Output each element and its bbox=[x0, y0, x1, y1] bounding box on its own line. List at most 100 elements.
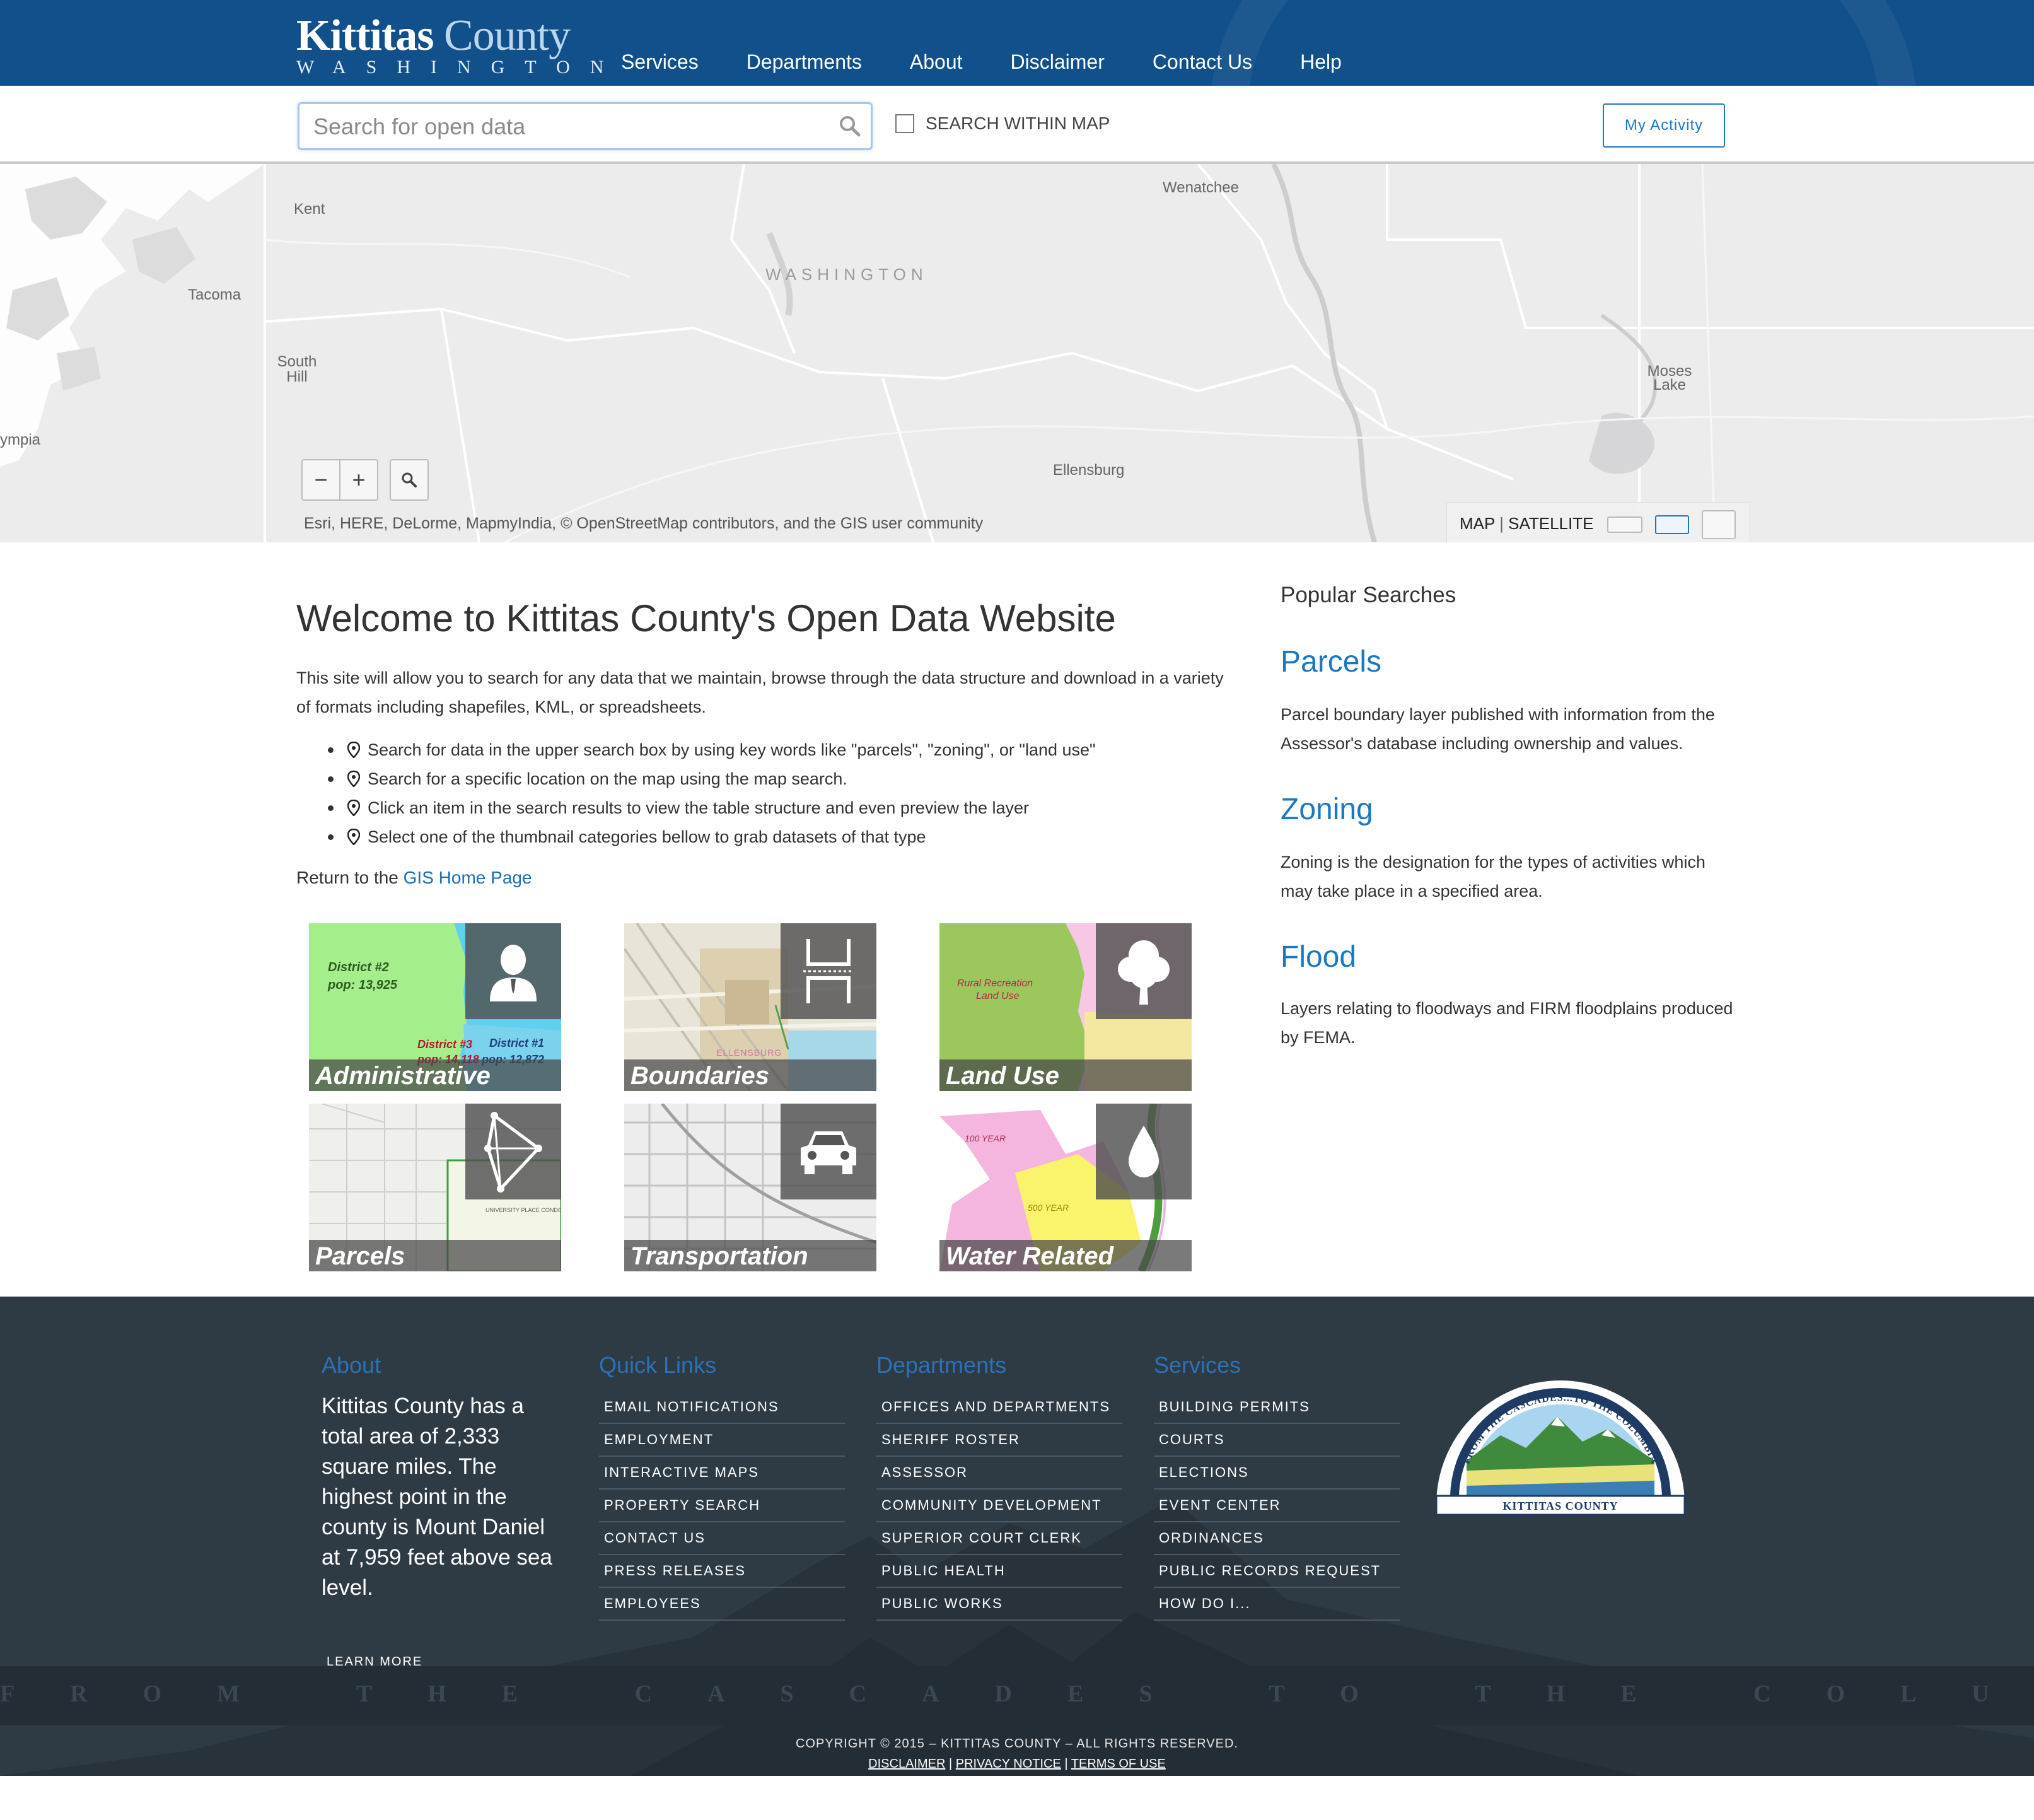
map-label-kent: Kent bbox=[294, 201, 325, 218]
footer-link-assessor[interactable]: ASSESSOR bbox=[876, 1457, 1122, 1490]
footer-link-property-search[interactable]: PROPERTY SEARCH bbox=[599, 1490, 845, 1522]
footer-link-superior-court-clerk[interactable]: SUPERIOR COURT CLERK bbox=[876, 1522, 1122, 1555]
footer-link-community-development[interactable]: COMMUNITY DEVELOPMENT bbox=[876, 1490, 1122, 1522]
footer-link-elections[interactable]: ELECTIONS bbox=[1154, 1457, 1400, 1490]
category-tile-transportation[interactable]: Transportation bbox=[624, 1104, 876, 1271]
popular-parcels-link[interactable]: Parcels bbox=[1281, 645, 1381, 679]
search-within-map-label: SEARCH WITHIN MAP bbox=[926, 114, 1110, 133]
footer-services: Services BUILDING PERMITS COURTS ELECTIO… bbox=[1154, 1352, 1400, 1621]
footer-services-heading: Services bbox=[1154, 1352, 1241, 1378]
footer-link-press-releases[interactable]: PRESS RELEASES bbox=[599, 1555, 845, 1588]
search-input[interactable] bbox=[312, 109, 819, 144]
category-tile-parcels[interactable]: UNIVERSITY PLACE CONDO Parcels bbox=[309, 1104, 561, 1271]
instruction-text: Select one of the thumbnail categories b… bbox=[368, 827, 926, 846]
map-label-washington: WASHINGTON bbox=[765, 265, 928, 284]
footer-link-public-records-request[interactable]: PUBLIC RECORDS REQUEST bbox=[1154, 1555, 1400, 1588]
nav-departments[interactable]: Departments bbox=[747, 50, 862, 74]
footer-link-employees[interactable]: EMPLOYEES bbox=[599, 1588, 845, 1621]
category-tile-land-use[interactable]: Rural Recreation Land Use Land Use bbox=[939, 923, 1192, 1091]
site-footer: About Kittitas County has a total area o… bbox=[0, 1297, 2034, 1776]
category-tile-water-related[interactable]: 100 YEAR 500 YEAR Water Related bbox=[939, 1104, 1192, 1271]
tree-icon bbox=[1118, 940, 1170, 1005]
nav-about[interactable]: About bbox=[910, 50, 963, 74]
basemap-toggle-gray[interactable] bbox=[1607, 516, 1642, 533]
popular-zoning-desc: Zoning is the designation for the types … bbox=[1281, 853, 1706, 901]
footer-link-contact-us[interactable]: CONTACT US bbox=[599, 1522, 845, 1555]
my-activity-button[interactable]: My Activity bbox=[1603, 103, 1725, 148]
boundary-icon bbox=[803, 939, 854, 1003]
category-tile-administrative[interactable]: District #2 pop: 13,925 District #3 Dist… bbox=[309, 923, 561, 1091]
footer-link-public-works[interactable]: PUBLIC WORKS bbox=[876, 1588, 1122, 1621]
intro-text: This site will allow you to search for a… bbox=[296, 668, 1224, 716]
search-within-map-checkbox[interactable] bbox=[895, 114, 914, 133]
search-icon[interactable] bbox=[838, 114, 862, 138]
footer-link-employment[interactable]: EMPLOYMENT bbox=[599, 1424, 845, 1457]
legal-separator: | bbox=[948, 1757, 953, 1771]
footer-link-public-health[interactable]: PUBLIC HEALTH bbox=[876, 1555, 1122, 1588]
privacy-notice-link[interactable]: PRIVACY NOTICE bbox=[956, 1757, 1061, 1771]
footer-about-heading: About bbox=[322, 1352, 381, 1378]
footer-link-event-center[interactable]: EVENT CENTER bbox=[1154, 1490, 1400, 1522]
map-view[interactable]: Kent Tacoma South Hill ympia WASHINGTON … bbox=[0, 164, 2034, 542]
basemap-map-option[interactable]: MAP bbox=[1460, 514, 1495, 533]
footer-link-building-permits[interactable]: BUILDING PERMITS bbox=[1154, 1391, 1400, 1424]
footer-link-courts[interactable]: COURTS bbox=[1154, 1424, 1400, 1457]
district-1-label: District #1 bbox=[489, 1037, 544, 1049]
district-2-label: District #2 bbox=[328, 960, 389, 974]
nav-disclaimer[interactable]: Disclaimer bbox=[1011, 50, 1105, 74]
footer-link-interactive-maps[interactable]: INTERACTIVE MAPS bbox=[599, 1457, 845, 1490]
water-drop-icon bbox=[1129, 1126, 1159, 1177]
category-label: Administrative bbox=[309, 1059, 561, 1091]
category-icon-box bbox=[1096, 1104, 1192, 1199]
disclaimer-link[interactable]: DISCLAIMER bbox=[868, 1757, 945, 1771]
legal-links: DISCLAIMER | PRIVACY NOTICE | TERMS OF U… bbox=[0, 1757, 2034, 1771]
basemap-label: MAP | SATELLITE bbox=[1460, 514, 1593, 534]
search-box bbox=[298, 102, 873, 150]
category-label: Water Related bbox=[939, 1240, 1192, 1271]
gis-home-link[interactable]: GIS Home Page bbox=[404, 868, 532, 887]
footer-tagline: FROM THE CASCADES TO THE COLUMBIA bbox=[0, 1681, 2034, 1707]
basemap-toggle-streets[interactable] bbox=[1655, 515, 1689, 534]
category-icon-box bbox=[1096, 923, 1192, 1019]
popular-flood-link[interactable]: Flood bbox=[1281, 940, 1356, 974]
terms-of-use-link[interactable]: TERMS OF USE bbox=[1071, 1757, 1166, 1771]
polygon-icon bbox=[484, 1112, 542, 1193]
footer-departments: Departments OFFICES AND DEPARTMENTS SHER… bbox=[876, 1352, 1122, 1621]
basemap-satellite-option[interactable]: SATELLITE bbox=[1508, 514, 1593, 533]
rural-recreation-label: Rural Recreation bbox=[957, 978, 1033, 989]
category-tile-boundaries[interactable]: ELLENSBURG Boundaries bbox=[624, 923, 876, 1091]
nav-contact-us[interactable]: Contact Us bbox=[1153, 50, 1252, 74]
map-pin-icon bbox=[347, 742, 360, 758]
seal-county-name: KITTITAS COUNTY bbox=[1502, 1500, 1618, 1512]
category-icon-box bbox=[781, 1104, 876, 1199]
footer-link-how-do-i[interactable]: HOW DO I... bbox=[1154, 1588, 1400, 1621]
county-seal-logo: FROM THE CASCADES...TO THE COLUMBIA KITT… bbox=[1435, 1380, 1686, 1516]
copyright-text: COPYRIGHT © 2015 – KITTITAS COUNTY – ALL… bbox=[796, 1737, 1238, 1751]
list-item: Search for data in the upper search box … bbox=[328, 735, 1096, 764]
category-label: Boundaries bbox=[624, 1059, 876, 1091]
map-label-tacoma: Tacoma bbox=[188, 286, 241, 303]
basemap-separator: | bbox=[1499, 514, 1504, 533]
nav-help[interactable]: Help bbox=[1300, 50, 1342, 74]
list-item: Select one of the thumbnail categories b… bbox=[328, 822, 1096, 851]
popular-zoning-link[interactable]: Zoning bbox=[1281, 792, 1373, 827]
map-label-ellensburg: Ellensburg bbox=[1053, 462, 1125, 479]
footer-quick-links: Quick Links EMAIL NOTIFICATIONS EMPLOYME… bbox=[599, 1352, 845, 1621]
footer-about: About Kittitas County has a total area o… bbox=[322, 1352, 567, 1603]
nav-services[interactable]: Services bbox=[621, 50, 699, 74]
category-icon-box bbox=[465, 1104, 561, 1199]
footer-link-offices-and-departments[interactable]: OFFICES AND DEPARTMENTS bbox=[876, 1391, 1122, 1424]
page-title: Welcome to Kittitas County's Open Data W… bbox=[296, 597, 1116, 639]
footer-link-email-notifications[interactable]: EMAIL NOTIFICATIONS bbox=[599, 1391, 845, 1424]
zoom-out-button[interactable]: − bbox=[301, 459, 340, 501]
basemap-switcher: MAP | SATELLITE bbox=[1446, 502, 1750, 542]
footer-link-ordinances[interactable]: ORDINANCES bbox=[1154, 1522, 1400, 1555]
site-logo[interactable]: Kittitas County WASHINGTON bbox=[296, 14, 624, 78]
basemap-toggle-imagery[interactable] bbox=[1702, 510, 1736, 539]
map-search-button[interactable] bbox=[390, 459, 429, 501]
search-within-map[interactable]: SEARCH WITHIN MAP bbox=[895, 114, 1110, 134]
zoom-in-button[interactable]: + bbox=[340, 459, 378, 501]
footer-link-sheriff-roster[interactable]: SHERIFF ROSTER bbox=[876, 1424, 1122, 1457]
logo-title-kittitas: Kittitas bbox=[296, 11, 434, 60]
return-prefix: Return to the bbox=[296, 868, 398, 887]
